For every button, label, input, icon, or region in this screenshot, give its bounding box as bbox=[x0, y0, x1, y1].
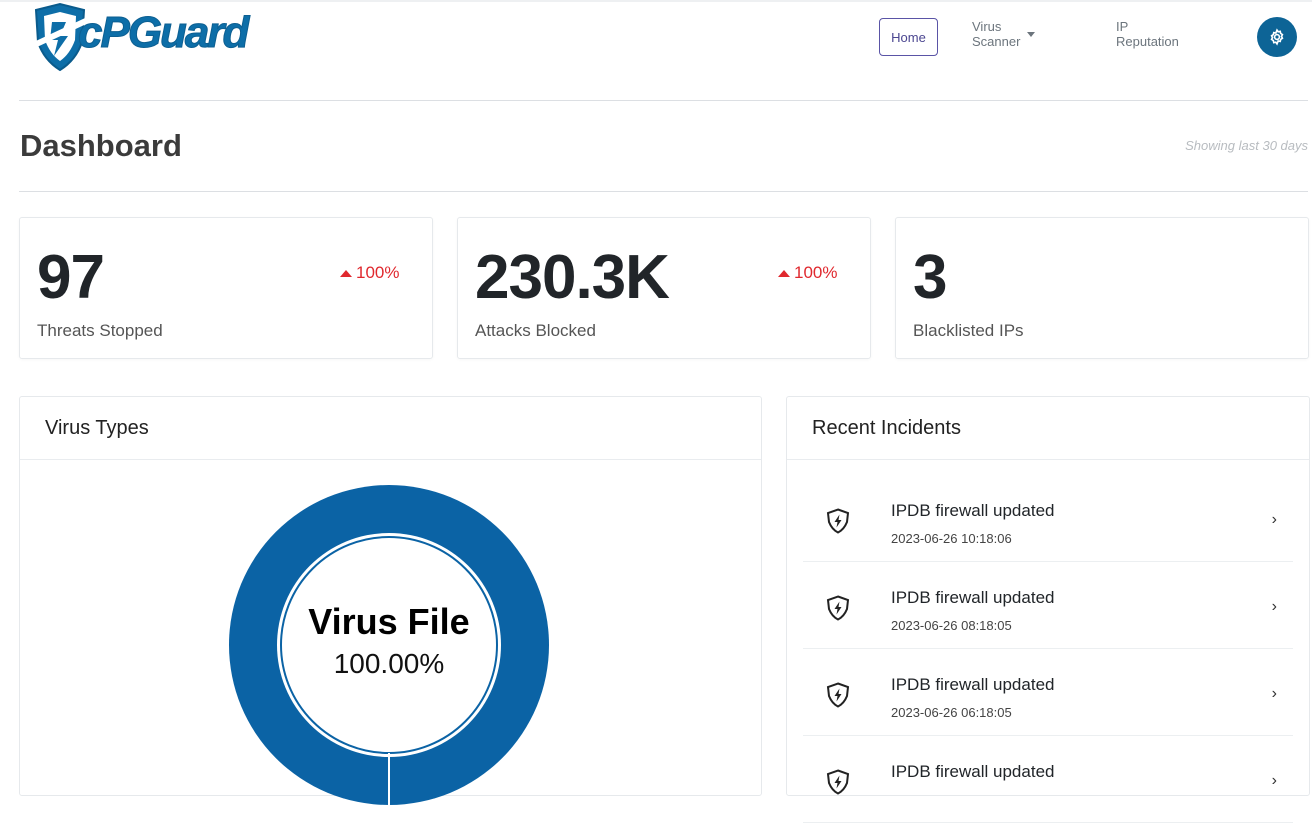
header-divider bbox=[19, 100, 1308, 101]
incident-time: 2023-06-26 08:18:05 bbox=[891, 618, 1012, 633]
chevron-right-icon[interactable]: › bbox=[1272, 511, 1277, 529]
stat-change-value: 100% bbox=[356, 263, 400, 282]
panel-divider bbox=[787, 459, 1309, 460]
panel-title: Virus Types bbox=[45, 417, 149, 439]
stat-change: 100% bbox=[778, 263, 837, 283]
virus-types-panel: Virus Types Virus File 100.00% bbox=[19, 396, 762, 805]
gear-icon bbox=[1270, 28, 1284, 46]
stat-change: 100% bbox=[340, 263, 399, 283]
incident-item[interactable]: IPDB firewall updated › bbox=[803, 736, 1293, 823]
donut-svg bbox=[229, 485, 549, 805]
shield-bolt-icon bbox=[826, 682, 850, 708]
caret-down-icon bbox=[1027, 31, 1036, 37]
incident-title: IPDB firewall updated bbox=[891, 588, 1055, 607]
donut-center-label: Virus File bbox=[308, 601, 470, 642]
stat-value: 3 bbox=[913, 243, 947, 312]
incident-time: 2023-06-26 10:18:06 bbox=[891, 531, 1012, 546]
settings-button[interactable] bbox=[1257, 17, 1297, 57]
stat-card-blacklisted: 3 Blacklisted IPs bbox=[895, 217, 1309, 359]
stat-label: Blacklisted IPs bbox=[913, 321, 1024, 340]
incident-title: IPDB firewall updated bbox=[891, 501, 1055, 520]
chevron-right-icon[interactable]: › bbox=[1272, 772, 1277, 790]
nav-home[interactable]: Home bbox=[879, 18, 938, 56]
incident-time: 2023-06-26 06:18:05 bbox=[891, 705, 1012, 720]
stat-value: 230.3K bbox=[475, 243, 670, 312]
header: cPGuard Home Virus Scanner IP Reputation bbox=[0, 0, 1312, 101]
nav-ip-reputation[interactable]: IP Reputation bbox=[1116, 18, 1179, 50]
arrow-up-icon bbox=[340, 269, 352, 277]
chevron-right-icon[interactable]: › bbox=[1272, 685, 1277, 703]
shield-bolt-icon bbox=[826, 595, 850, 621]
nav-virus-scanner[interactable]: Virus Scanner bbox=[972, 18, 1036, 50]
incident-item[interactable]: IPDB firewall updated 2023-06-26 06:18:0… bbox=[803, 649, 1293, 736]
stat-label: Attacks Blocked bbox=[475, 321, 596, 340]
stat-change-value: 100% bbox=[794, 263, 838, 282]
panel-title: Recent Incidents bbox=[812, 417, 961, 439]
page-title: Dashboard bbox=[20, 128, 182, 163]
logo-wordmark: cPGuard bbox=[77, 8, 249, 58]
stat-value: 97 bbox=[37, 243, 105, 312]
title-divider bbox=[19, 191, 1308, 192]
cpguard-logo[interactable]: cPGuard bbox=[30, 2, 250, 72]
chevron-right-icon[interactable]: › bbox=[1272, 598, 1277, 616]
donut-center-percent: 100.00% bbox=[333, 648, 445, 679]
stat-label: Threats Stopped bbox=[37, 321, 163, 340]
stat-card-threats: 97 100% Threats Stopped bbox=[19, 217, 433, 359]
date-range-note: Showing last 30 days bbox=[1185, 138, 1308, 153]
nav-virus-scanner-label: Virus Scanner bbox=[972, 19, 1021, 49]
panel-divider bbox=[20, 459, 761, 460]
shield-bolt-icon bbox=[826, 508, 850, 534]
virus-types-donut-chart: Virus File 100.00% bbox=[229, 485, 549, 805]
incident-item[interactable]: IPDB firewall updated 2023-06-26 08:18:0… bbox=[803, 562, 1293, 649]
shield-bolt-icon bbox=[826, 769, 850, 795]
recent-incidents-panel: Recent Incidents IPDB firewall updated 2… bbox=[786, 396, 1310, 823]
incident-title: IPDB firewall updated bbox=[891, 762, 1055, 781]
incident-title: IPDB firewall updated bbox=[891, 675, 1055, 694]
arrow-up-icon bbox=[778, 269, 790, 277]
stat-card-attacks: 230.3K 100% Attacks Blocked bbox=[457, 217, 871, 359]
incident-item[interactable]: IPDB firewall updated 2023-06-26 10:18:0… bbox=[803, 475, 1293, 562]
